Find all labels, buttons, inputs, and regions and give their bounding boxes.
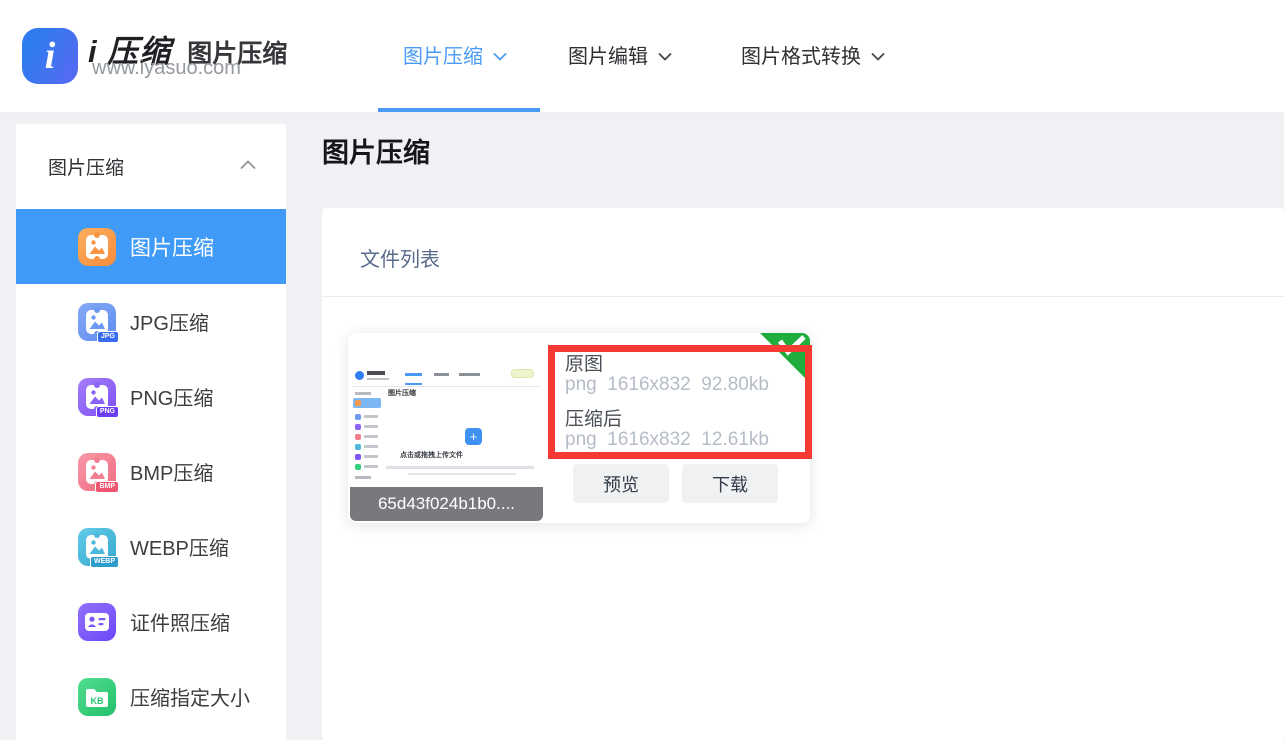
sidebar-item-label: PNG压缩 [130,382,213,411]
panel-divider [322,296,1284,297]
compressed-label: 压缩后 [565,404,622,431]
bmp-badge: BMP [95,481,119,493]
sidebar-group-header[interactable]: 图片压缩 [16,124,286,209]
kb-size-compress-icon: KB [78,678,116,716]
sidebar-item-label: 证件照压缩 [130,607,230,636]
webp-badge: WEBP [90,556,119,568]
preview-button[interactable]: 预览 [573,464,669,503]
sidebar-item-label: 压缩指定大小 [130,682,250,711]
svg-text:KB: KB [91,696,104,706]
webp-compress-icon: WEBP [78,528,116,566]
compressed-info: png 1616x832 12.61kb [565,429,769,451]
header: i i 压缩 图片压缩 www.iyasuo.com 图片压缩 图片编辑 图片格… [0,0,1284,113]
file-item: 图片压缩 + 点击或拖拽上传文件 65d43f024b1b0.... 原图 pn… [348,333,810,523]
chevron-down-icon [871,52,885,61]
active-nav-underline [378,108,540,112]
id-photo-compress-icon [78,603,116,641]
mini-sidebar-bar [355,476,371,479]
sidebar-item-label: JPG压缩 [130,307,209,336]
jpg-compress-icon: JPG [78,303,116,341]
mini-sidebar-bar [355,392,371,395]
sidebar: 图片压缩 图片压缩 JP [16,124,286,740]
original-label: 原图 [565,349,603,376]
original-info: png 1616x832 92.80kb [565,374,769,396]
sidebar-item-label: WEBP压缩 [130,532,229,561]
chevron-up-icon[interactable] [240,160,256,170]
png-compress-icon: PNG [78,378,116,416]
page-title: 图片压缩 [322,131,430,170]
image-compress-icon [78,228,116,266]
nav-item-image-edit[interactable]: 图片编辑 [568,40,672,69]
nav-item-label: 图片格式转换 [741,40,861,69]
sidebar-item-compress-to-size[interactable]: KB 压缩指定大小 [16,659,286,734]
png-badge: PNG [96,406,119,418]
sidebar-item-bmp-compress[interactable]: BMP BMP压缩 [16,434,286,509]
sidebar-group-title: 图片压缩 [48,153,124,180]
mini-header-divider [352,386,541,387]
jpg-badge: JPG [97,331,119,343]
sidebar-item-id-photo-compress[interactable]: 证件照压缩 [16,584,286,659]
mini-hint-bar [386,466,534,469]
bmp-compress-icon: BMP [78,453,116,491]
sidebar-item-jpg-compress[interactable]: JPG JPG压缩 [16,284,286,359]
i-yasuo-logo-icon[interactable]: i [22,28,78,84]
chevron-down-icon [493,52,507,61]
nav-item-format-convert[interactable]: 图片格式转换 [741,40,885,69]
chevron-down-icon [658,52,672,61]
sidebar-item-webp-compress[interactable]: WEBP WEBP压缩 [16,509,286,584]
thumbnail-mini-screenshot: 图片压缩 + 点击或拖拽上传文件 [350,335,543,487]
mini-nav-active-bar [405,373,422,376]
sidebar-item-label: BMP压缩 [130,457,213,486]
nav-item-label: 图片压缩 [403,40,483,69]
file-name-bar: 65d43f024b1b0.... [350,487,543,521]
nav-item-label: 图片编辑 [568,40,648,69]
mini-nav-bar [459,373,480,376]
mini-url-bar [367,378,389,380]
nav-item-image-compress[interactable]: 图片压缩 [403,40,507,69]
file-thumbnail[interactable]: 图片压缩 + 点击或拖拽上传文件 65d43f024b1b0.... [350,335,543,521]
mini-nav-underline [405,383,422,385]
mini-upload-plus-icon: + [465,428,482,445]
mini-logo-icon [355,371,364,380]
sidebar-item-image-compress[interactable]: 图片压缩 [16,209,286,284]
file-list-panel: 文件列表 [322,208,1284,740]
mini-upload-text: 点击或拖拽上传文件 [400,450,543,460]
mini-action-pill [511,369,534,378]
top-nav: 图片压缩 图片编辑 图片格式转换 [403,40,885,69]
brand-url: www.iyasuo.com [92,57,241,80]
download-button[interactable]: 下载 [682,464,778,503]
mini-nav-bar [434,373,449,376]
mini-page-title: 图片压缩 [388,388,416,398]
mini-sidebar-active-item [353,398,381,408]
panel-title: 文件列表 [360,243,440,272]
sidebar-item-png-compress[interactable]: PNG PNG压缩 [16,359,286,434]
mini-hint-bar [408,473,516,475]
sidebar-item-label: 图片压缩 [130,232,214,262]
iyasuo-app: i i 压缩 图片压缩 www.iyasuo.com 图片压缩 图片编辑 图片格… [0,0,1284,740]
logo-letter: i [45,34,56,78]
mini-brand-bar [367,371,385,375]
